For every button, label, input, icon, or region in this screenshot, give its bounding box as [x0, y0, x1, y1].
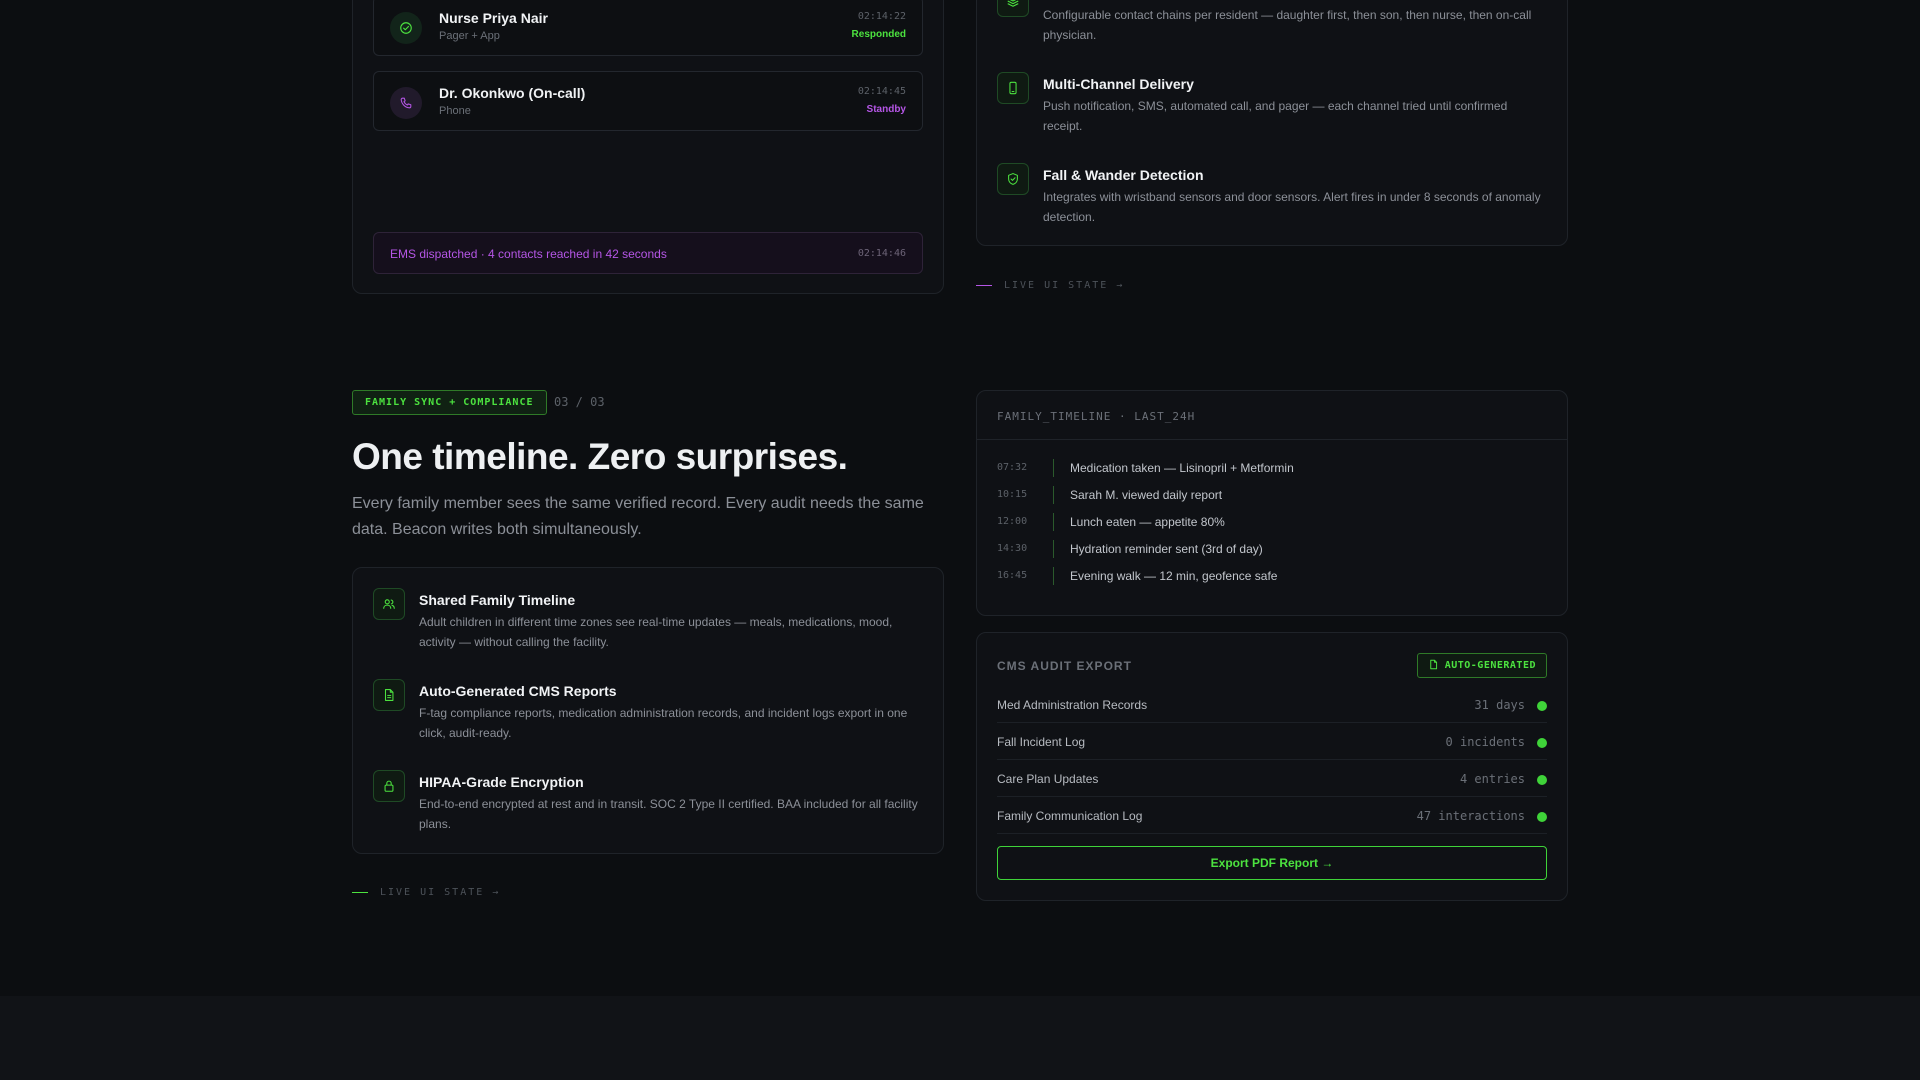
feature-description: F-tag compliance reports, medication adm…: [419, 706, 908, 740]
live-ui-state-marker: LIVE UI STATE →: [976, 280, 1124, 291]
feature-description: Integrates with wristband sensors and do…: [1043, 190, 1541, 224]
timeline-title: FAMILY_TIMELINE · LAST_24H: [997, 410, 1196, 423]
timeline-event-text: Evening walk — 12 min, geofence safe: [1070, 569, 1278, 583]
auto-generated-label: AUTO-GENERATED: [1444, 660, 1536, 671]
feature-title: Auto-Generated CMS Reports: [419, 683, 617, 699]
cms-audit-export-card: CMS AUDIT EXPORT AUTO-GENERATED Med Admi…: [976, 632, 1568, 901]
audit-row-value: 0 incidents: [1445, 735, 1525, 749]
audit-row-name: Fall Incident Log: [997, 735, 1086, 749]
live-ui-state-label: LIVE UI STATE →: [1004, 280, 1125, 291]
feature-title: HIPAA-Grade Encryption: [419, 774, 584, 790]
timeline-event-text: Medication taken — Lisinopril + Metformi…: [1070, 461, 1294, 475]
feature-description: Push notification, SMS, automated call, …: [1043, 99, 1508, 133]
timeline-event: 14:30 Hydration reminder sent (3rd of da…: [997, 540, 1547, 558]
auto-generated-badge: AUTO-GENERATED: [1416, 653, 1547, 678]
contact-status: Responded: [851, 29, 906, 40]
file-text-icon: [373, 679, 405, 711]
live-ui-state-marker: LIVE UI STATE →: [352, 887, 500, 898]
audit-row-value: 47 interactions: [1416, 809, 1525, 823]
audit-row-value: 31 days: [1474, 698, 1525, 712]
ems-banner-time: 02:14:46: [857, 248, 906, 259]
contact-row-nurse[interactable]: Nurse Priya Nair Pager + App 02:14:22 Re…: [373, 0, 923, 56]
contact-channel: Pager + App: [439, 30, 500, 42]
contact-name: Nurse Priya Nair: [439, 10, 548, 26]
feature-title: Fall & Wander Detection: [1043, 167, 1204, 183]
audit-row-name: Med Administration Records: [997, 698, 1148, 712]
ems-dispatch-banner: EMS dispatched · 4 contacts reached in 4…: [373, 232, 923, 274]
contact-time: 02:14:45: [857, 86, 906, 97]
users-icon: [373, 588, 405, 620]
timeline-event-text: Sarah M. viewed daily report: [1070, 488, 1223, 502]
audit-row: Care Plan Updates 4 entries: [997, 760, 1547, 797]
live-ui-state-label: LIVE UI STATE →: [380, 887, 501, 898]
check-circle-icon: [390, 12, 422, 44]
shield-icon: [997, 163, 1029, 195]
timeline-event: 16:45 Evening walk — 12 min, geofence sa…: [997, 567, 1547, 585]
timeline-event-text: Lunch eaten — appetite 80%: [1070, 515, 1225, 529]
ems-banner-text: EMS dispatched · 4 contacts reached in 4…: [390, 247, 667, 261]
phone-icon: [390, 87, 422, 119]
section-subline: Every family member sees the same verifi…: [352, 495, 924, 538]
contact-name: Dr. Okonkwo (On-call): [439, 85, 586, 101]
contact-channel: Phone: [439, 105, 471, 117]
status-dot: [1537, 738, 1547, 748]
audit-row: Med Administration Records 31 days: [997, 686, 1547, 723]
status-dot: [1537, 775, 1547, 785]
status-dot: [1537, 812, 1547, 822]
audit-row-value: 4 entries: [1459, 772, 1525, 786]
family-features-panel: Shared Family Timeline Adult children in…: [352, 567, 944, 854]
status-dot: [1537, 701, 1547, 711]
timeline-event-time: 12:00: [997, 516, 1028, 527]
timeline-event: 07:32 Medication taken — Lisinopril + Me…: [997, 459, 1547, 477]
timeline-event: 10:15 Sarah M. viewed daily report: [997, 486, 1547, 504]
timeline-event-text: Hydration reminder sent (3rd of day): [1070, 542, 1263, 556]
timeline-event-time: 14:30: [997, 543, 1028, 554]
section-headline: One timeline. Zero surprises.: [352, 436, 848, 477]
timeline-event: 12:00 Lunch eaten — appetite 80%: [997, 513, 1547, 531]
audit-row: Family Communication Log 47 interactions: [997, 797, 1547, 834]
audit-row: Fall Incident Log 0 incidents: [997, 723, 1547, 760]
audit-row-name: Care Plan Updates: [997, 772, 1099, 786]
family-timeline-card: FAMILY_TIMELINE · LAST_24H 07:32 Medicat…: [976, 390, 1568, 616]
feature-title: Shared Family Timeline: [419, 592, 576, 608]
feature-description: End-to-end encrypted at rest and in tran…: [419, 797, 918, 831]
file-icon: [1428, 657, 1439, 675]
contact-time: 02:14:22: [857, 11, 906, 22]
contact-status: Standby: [866, 104, 906, 115]
section-counter: 03 / 03: [554, 395, 605, 409]
contact-row-doctor[interactable]: Dr. Okonkwo (On-call) Phone 02:14:45 Sta…: [373, 71, 923, 131]
export-pdf-button[interactable]: Export PDF Report →: [997, 846, 1547, 880]
audit-row-name: Family Communication Log: [997, 809, 1143, 823]
feature-description: Configurable contact chains per resident…: [1043, 8, 1532, 42]
timeline-event-time: 07:32: [997, 462, 1028, 473]
layers-icon: [997, 0, 1029, 17]
footer-band: [0, 996, 1920, 1080]
smartphone-icon: [997, 72, 1029, 104]
audit-title: CMS AUDIT EXPORT: [997, 659, 1132, 673]
routing-features-panel: Configurable contact chains per resident…: [976, 0, 1568, 246]
feature-description: Adult children in different time zones s…: [419, 615, 893, 649]
timeline-event-time: 16:45: [997, 570, 1028, 581]
escalation-panel: Nurse Priya Nair Pager + App 02:14:22 Re…: [352, 0, 944, 294]
timeline-event-time: 10:15: [997, 489, 1028, 500]
feature-title: Multi-Channel Delivery: [1043, 76, 1194, 92]
lock-icon: [373, 770, 405, 802]
timeline-header: FAMILY_TIMELINE · LAST_24H: [977, 391, 1567, 440]
section-tag: FAMILY SYNC + COMPLIANCE: [352, 390, 547, 415]
